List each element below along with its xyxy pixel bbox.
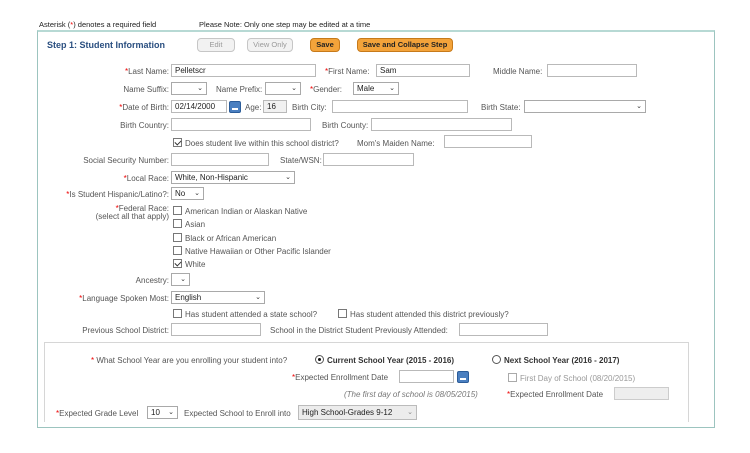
attended-district-checkbox[interactable]: [338, 309, 347, 318]
grade-level-label: *Expected Grade Level: [56, 409, 139, 418]
attended-state-label: Has student attended a state school?: [185, 310, 318, 319]
expected-date-label: *Expected Enrollment Date: [292, 373, 389, 382]
gender-label: *Gender:: [310, 85, 343, 94]
race-option-label: Asian: [185, 220, 206, 229]
chevron-down-icon: ⌄: [255, 294, 261, 301]
prev-school-label: School in the District Student Previousl…: [270, 326, 448, 335]
first-day-checkbox[interactable]: [508, 373, 517, 382]
birth-county-label: Birth County:: [322, 121, 369, 130]
birth-city-input[interactable]: [332, 100, 468, 113]
next-year-label: Next School Year (2016 - 2017): [504, 356, 620, 365]
race-black-checkbox[interactable]: [173, 233, 182, 242]
name-prefix-select[interactable]: ⌄: [265, 82, 301, 95]
language-select[interactable]: English ⌄: [171, 291, 265, 304]
race-asian-checkbox[interactable]: [173, 219, 182, 228]
state-wsn-input[interactable]: [323, 153, 414, 166]
view-only-button[interactable]: View Only: [247, 38, 293, 52]
race-option-label: White: [185, 260, 206, 269]
current-year-radio[interactable]: [315, 355, 324, 364]
chevron-down-icon: ⌄: [389, 85, 395, 92]
chevron-down-icon: ⌄: [197, 85, 203, 92]
prev-district-label: Previous School District:: [82, 326, 169, 335]
birth-city-label: Birth City:: [292, 103, 327, 112]
birth-country-label: Birth Country:: [120, 121, 169, 130]
federal-race-sublabel: (select all that apply): [95, 212, 169, 221]
chevron-down-icon: ⌄: [168, 409, 174, 416]
race-white-checkbox[interactable]: [173, 259, 182, 268]
chevron-down-icon: ⌄: [291, 85, 297, 92]
ancestry-label: Ancestry:: [135, 276, 169, 285]
dob-label: *Date of Birth:: [119, 103, 169, 112]
required-notice: Asterisk (*) denotes a required field: [39, 20, 157, 29]
dob-input[interactable]: 02/14/2000: [171, 100, 227, 113]
local-race-label: *Local Race:: [123, 174, 169, 183]
birth-state-select[interactable]: ⌄: [524, 100, 646, 113]
race-option-label: American Indian or Alaskan Native: [185, 207, 308, 216]
maiden-name-input[interactable]: [444, 135, 532, 148]
race-american-indian-checkbox[interactable]: [173, 206, 182, 215]
first-day-next-label: First Day of School (08/20/2015): [520, 374, 636, 383]
first-day-note: (The first day of school is 08/05/2015): [344, 390, 478, 399]
expected-school-label: Expected School to Enroll into: [184, 409, 291, 418]
expected-school-select[interactable]: High School-Grades 9-12 ⌄: [298, 405, 417, 420]
lives-in-district-checkbox[interactable]: [173, 138, 182, 147]
expected-date-next-input: [614, 387, 669, 400]
save-collapse-button[interactable]: Save and Collapse Step: [357, 38, 453, 52]
name-suffix-label: Name Suffix:: [123, 85, 169, 94]
birth-county-input[interactable]: [371, 118, 512, 131]
first-name-input[interactable]: Sam: [376, 64, 470, 77]
calendar-icon[interactable]: [457, 371, 469, 383]
chevron-down-icon: ⌄: [285, 174, 291, 181]
calendar-icon[interactable]: [229, 101, 241, 113]
chevron-down-icon: ⌄: [194, 190, 200, 197]
attended-state-checkbox[interactable]: [173, 309, 182, 318]
school-year-question: * What School Year are you enrolling you…: [91, 356, 288, 365]
chevron-down-icon: ⌄: [407, 409, 413, 416]
gender-select[interactable]: Male ⌄: [353, 82, 399, 95]
prev-district-input[interactable]: [171, 323, 261, 336]
last-name-input[interactable]: Pelletscr: [171, 64, 316, 77]
prev-school-input[interactable]: [459, 323, 548, 336]
edit-button[interactable]: Edit: [197, 38, 235, 52]
race-option-label: Black or African American: [185, 234, 277, 243]
grade-level-select[interactable]: 10 ⌄: [147, 406, 178, 419]
middle-name-label: Middle Name:: [493, 67, 543, 76]
last-name-label: *Last Name:: [124, 67, 169, 76]
local-race-select[interactable]: White, Non-Hispanic ⌄: [171, 171, 295, 184]
expected-date-next-label: *Expected Enrollment Date: [507, 390, 604, 399]
maiden-name-label: Mom's Maiden Name:: [357, 139, 435, 148]
ssn-label: Social Security Number:: [83, 156, 169, 165]
hispanic-select[interactable]: No ⌄: [171, 187, 204, 200]
hispanic-label: *Is Student Hispanic/Latino?:: [66, 190, 169, 199]
birth-state-label: Birth State:: [481, 103, 521, 112]
step-title: Step 1: Student Information: [47, 40, 165, 50]
race-pacific-islander-checkbox[interactable]: [173, 246, 182, 255]
expected-date-input[interactable]: [399, 370, 454, 383]
name-suffix-select[interactable]: ⌄: [171, 82, 207, 95]
edit-note: Please Note: Only one step may be edited…: [199, 20, 371, 29]
next-year-radio[interactable]: [492, 355, 501, 364]
birth-country-input[interactable]: [171, 118, 311, 131]
middle-name-input[interactable]: [547, 64, 637, 77]
chevron-down-icon: ⌄: [180, 276, 186, 283]
chevron-down-icon: ⌄: [636, 103, 642, 110]
state-wsn-label: State/WSN:: [280, 156, 322, 165]
first-name-label: *First Name:: [325, 67, 370, 76]
name-prefix-label: Name Prefix:: [216, 85, 263, 94]
age-input: 16: [263, 100, 287, 113]
ssn-input[interactable]: [171, 153, 269, 166]
race-option-label: Native Hawaiian or Other Pacific Islande…: [185, 247, 331, 256]
current-year-label: Current School Year (2015 - 2016): [327, 356, 455, 365]
language-label: *Language Spoken Most:: [79, 294, 169, 303]
lives-in-district-label: Does student live within this school dis…: [185, 139, 339, 148]
save-button[interactable]: Save: [310, 38, 340, 52]
ancestry-select[interactable]: ⌄: [171, 273, 190, 286]
attended-district-label: Has student attended this district previ…: [350, 310, 509, 319]
age-label: Age:: [245, 103, 262, 112]
